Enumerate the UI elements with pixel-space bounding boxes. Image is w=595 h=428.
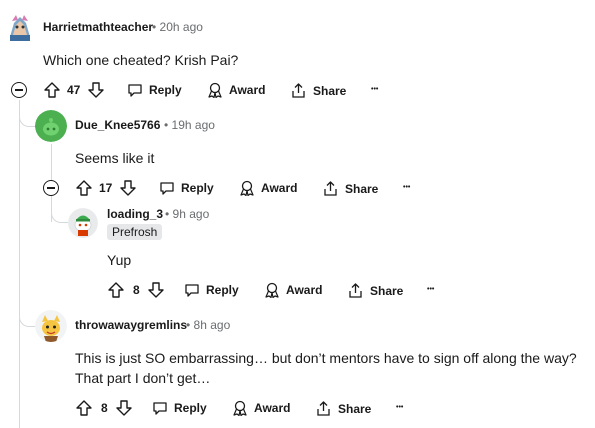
share-label: Share — [345, 181, 379, 196]
avatar[interactable] — [35, 110, 67, 142]
award-label: Award — [261, 181, 298, 195]
comment-body: Seems like it — [75, 150, 155, 166]
reply-icon — [184, 282, 200, 298]
avatar[interactable] — [35, 310, 67, 342]
time-text: 8h ago — [193, 318, 231, 332]
award-icon — [238, 180, 256, 196]
reply-button[interactable]: Reply — [184, 282, 239, 298]
vote-group: 17 — [75, 179, 137, 197]
share-button[interactable]: Share — [290, 82, 346, 99]
reply-label: Reply — [206, 283, 239, 297]
upvote-icon[interactable] — [107, 281, 125, 299]
collapse-thread-button[interactable] — [43, 180, 59, 196]
avatar[interactable] — [4, 11, 36, 43]
award-button[interactable]: Award — [263, 282, 322, 298]
award-label: Award — [229, 83, 266, 97]
share-icon — [290, 82, 307, 99]
downvote-icon[interactable] — [115, 399, 133, 417]
time-text: 9h ago — [172, 207, 210, 221]
comment-username[interactable]: Harrietmathteacher — [43, 20, 153, 34]
award-label: Award — [254, 401, 291, 415]
reply-icon — [127, 82, 143, 98]
downvote-icon[interactable] — [147, 281, 165, 299]
reply-label: Reply — [149, 83, 182, 97]
vote-group: 47 — [43, 81, 105, 99]
reply-button[interactable]: Reply — [159, 180, 214, 196]
vote-count: 8 — [101, 401, 108, 415]
separator-dot: • — [164, 118, 169, 132]
share-icon — [322, 180, 339, 197]
comment-username[interactable]: Due_Knee5766 — [75, 118, 160, 132]
comment-username[interactable]: throwawaygremlins — [75, 318, 187, 332]
comment-timestamp[interactable]: • 19h ago — [164, 118, 215, 132]
minus-icon — [47, 187, 55, 189]
upvote-icon[interactable] — [43, 81, 61, 99]
comment-body: This is just SO embarrassing… but don’t … — [75, 350, 577, 386]
time-text: 19h ago — [171, 118, 215, 132]
reply-button[interactable]: Reply — [127, 82, 182, 98]
share-label: Share — [313, 83, 347, 98]
reply-label: Reply — [174, 401, 207, 415]
comment-timestamp[interactable]: • 8h ago — [186, 318, 230, 332]
share-label: Share — [338, 401, 372, 416]
award-button[interactable]: Award — [206, 82, 265, 98]
award-button[interactable]: Award — [238, 180, 297, 196]
more-options-button[interactable]: ••• — [427, 285, 434, 295]
separator-dot: • — [165, 207, 170, 221]
vote-count: 17 — [99, 181, 113, 195]
collapse-thread-button[interactable] — [11, 82, 27, 98]
comment-timestamp[interactable]: • 20h ago — [152, 20, 203, 34]
award-button[interactable]: Award — [231, 400, 290, 416]
share-button[interactable]: Share — [315, 400, 371, 417]
minus-icon — [15, 89, 23, 91]
more-options-button[interactable]: ••• — [371, 85, 378, 95]
reply-button[interactable]: Reply — [152, 400, 207, 416]
more-options-button[interactable]: ••• — [403, 183, 410, 193]
reply-icon — [152, 400, 168, 416]
reply-icon — [159, 180, 175, 196]
award-icon — [231, 400, 249, 416]
award-icon — [206, 82, 224, 98]
separator-dot: • — [186, 318, 191, 332]
downvote-icon[interactable] — [87, 81, 105, 99]
share-label: Share — [370, 283, 404, 298]
share-button[interactable]: Share — [322, 180, 378, 197]
more-options-button[interactable]: ••• — [396, 403, 403, 413]
share-icon — [315, 400, 332, 417]
time-text: 20h ago — [159, 20, 203, 34]
reply-label: Reply — [181, 181, 214, 195]
downvote-icon[interactable] — [119, 179, 137, 197]
award-icon — [263, 282, 281, 298]
comment-username[interactable]: loading_3 — [107, 207, 163, 221]
vote-group: 8 — [107, 281, 165, 299]
thread-connector — [19, 306, 36, 327]
avatar[interactable] — [68, 208, 98, 238]
thread-connector — [51, 196, 68, 223]
award-label: Award — [286, 283, 323, 297]
upvote-icon[interactable] — [75, 399, 93, 417]
comment-timestamp[interactable]: • 9h ago — [165, 207, 209, 221]
thread-line-root — [19, 100, 20, 428]
share-icon — [347, 282, 364, 299]
upvote-icon[interactable] — [75, 179, 93, 197]
share-button[interactable]: Share — [347, 282, 403, 299]
thread-connector — [19, 108, 36, 127]
vote-count: 47 — [67, 83, 81, 97]
user-flair: Prefrosh — [107, 224, 163, 240]
separator-dot: • — [152, 20, 157, 34]
comment-body: Yup — [107, 252, 132, 268]
vote-group: 8 — [75, 399, 133, 417]
comment-body: Which one cheated? Krish Pai? — [43, 52, 239, 68]
vote-count: 8 — [133, 283, 140, 297]
